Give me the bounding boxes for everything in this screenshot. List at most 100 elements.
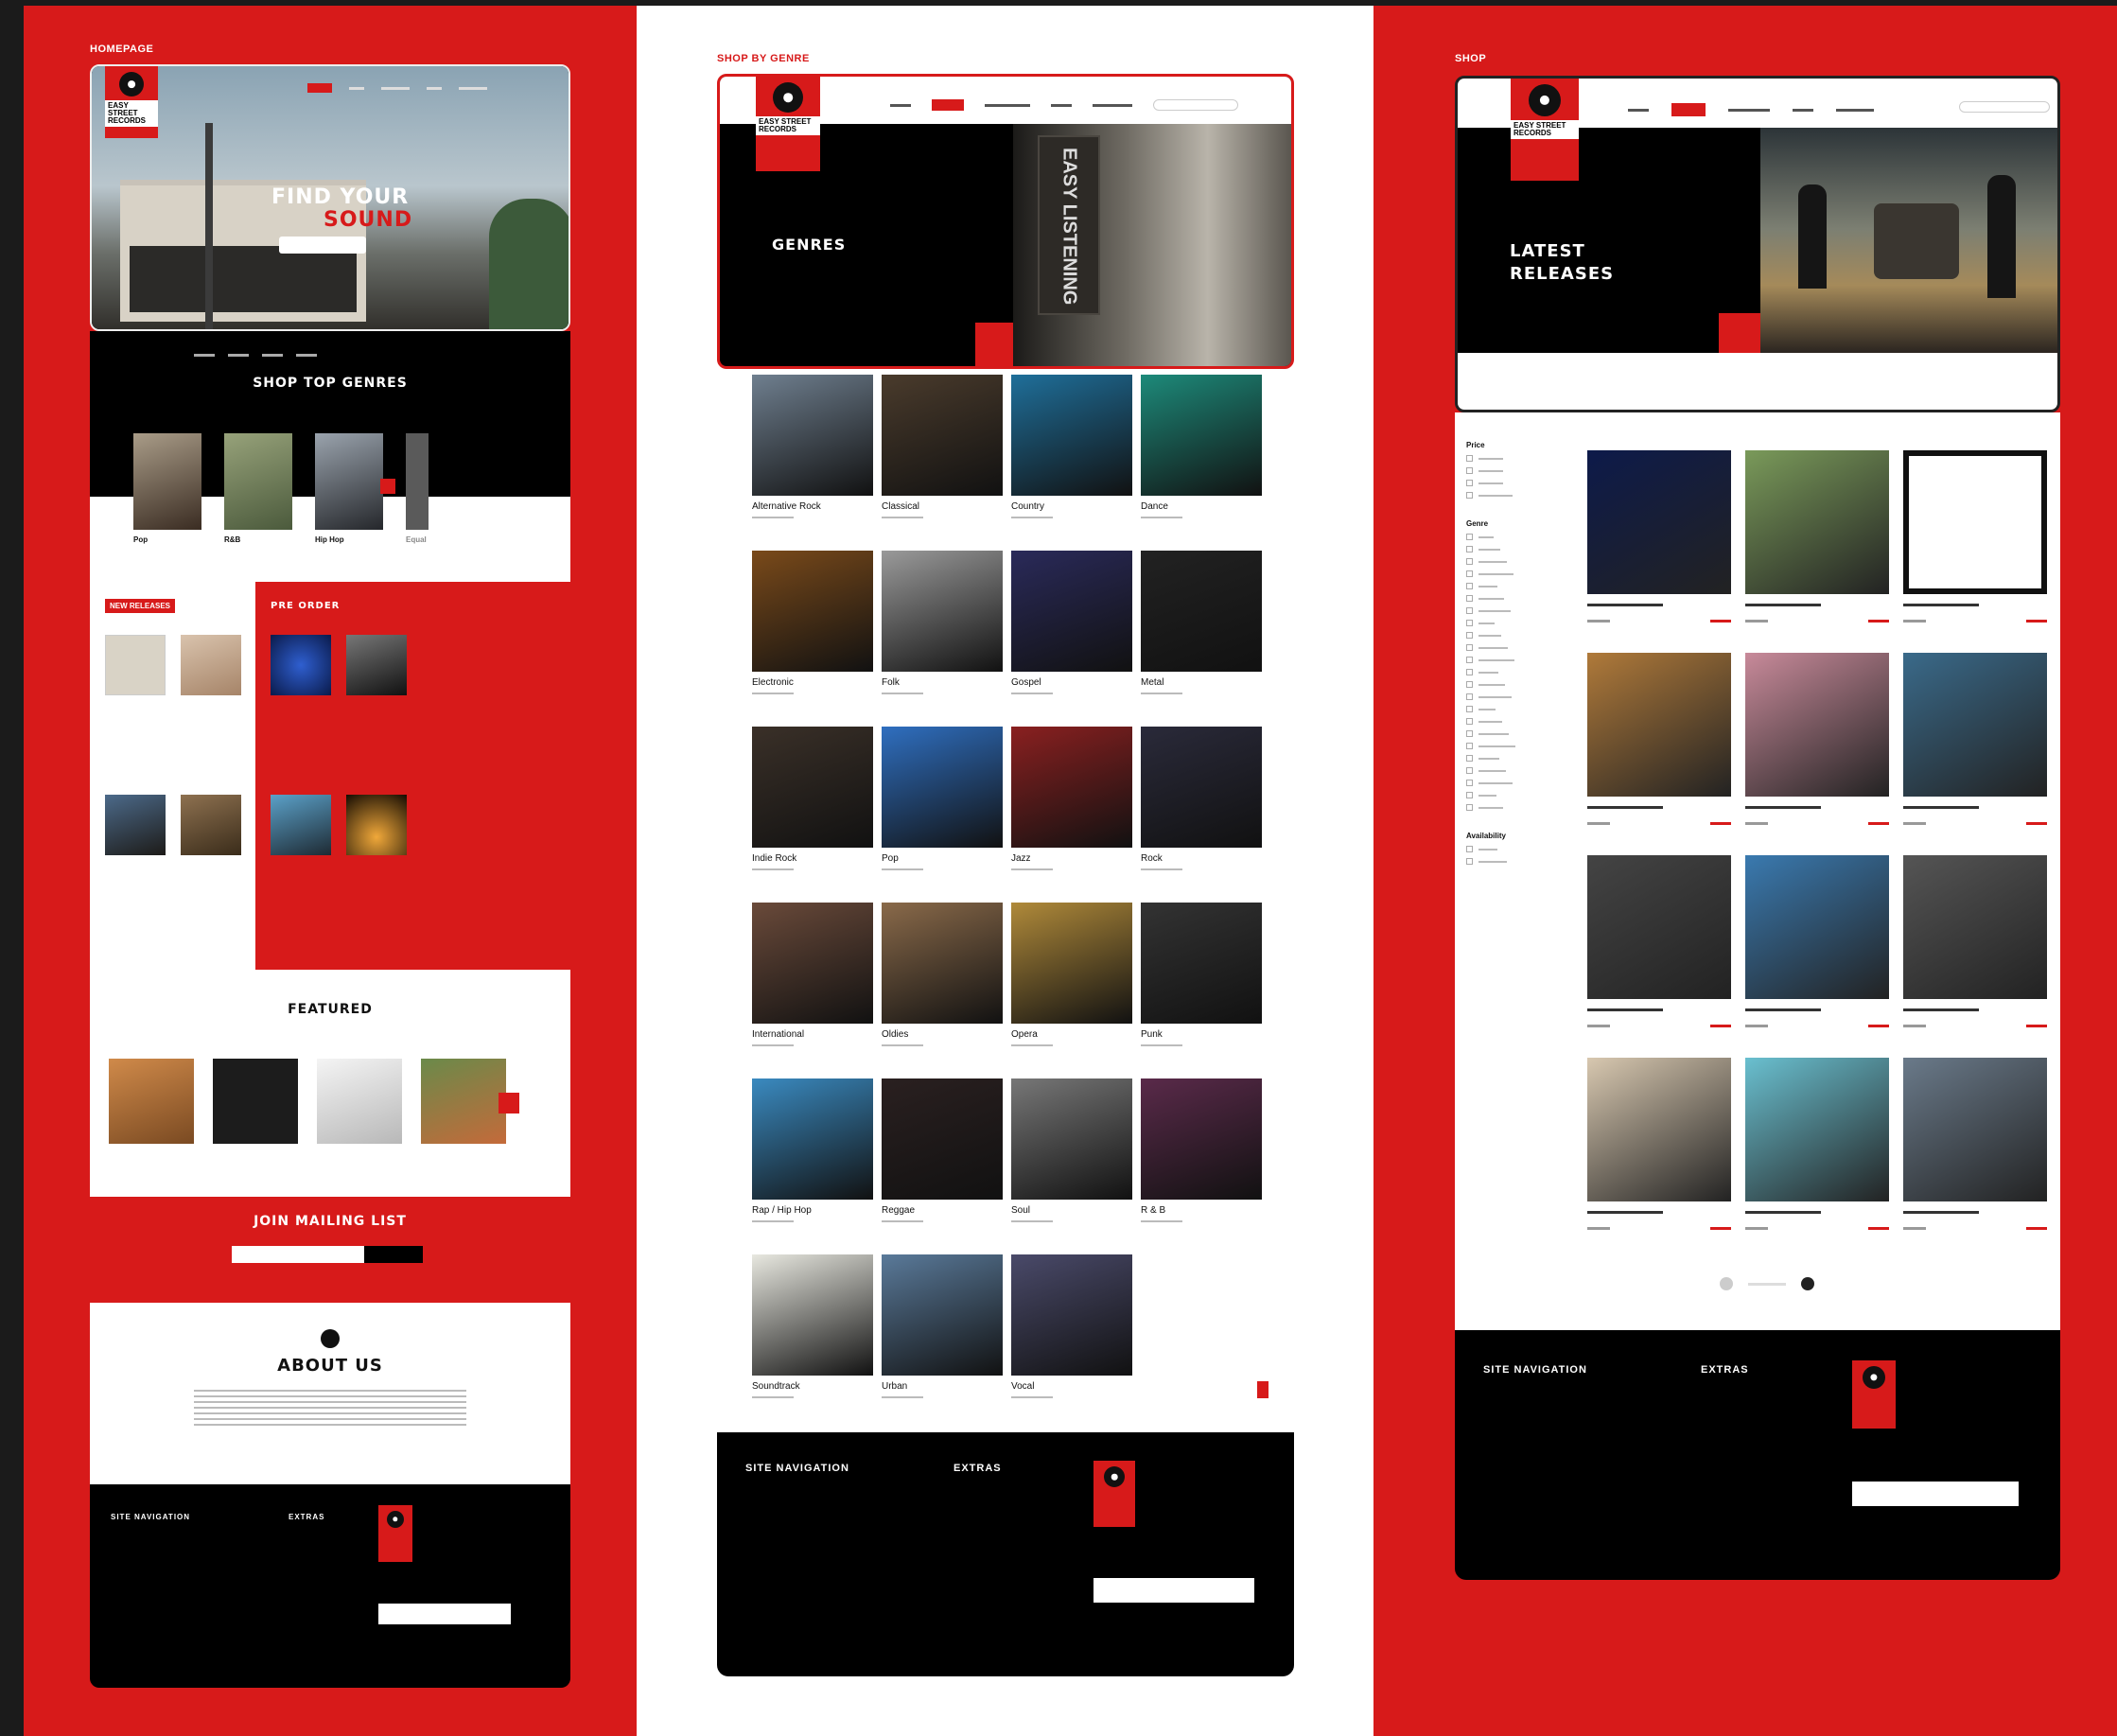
genre-filter-option[interactable]: [1466, 681, 1565, 688]
add-to-cart-button[interactable]: [1710, 1227, 1731, 1230]
search-input[interactable]: [1959, 101, 2050, 113]
album-cover[interactable]: [1903, 1058, 2047, 1201]
genre-card[interactable]: Metal: [1141, 551, 1262, 694]
product-card[interactable]: [1745, 1058, 1889, 1230]
genre-card[interactable]: Urban: [882, 1254, 1003, 1398]
shop-link[interactable]: [752, 1396, 794, 1398]
tab[interactable]: [296, 354, 317, 357]
genre-card-image[interactable]: [882, 551, 1003, 672]
album-cover[interactable]: [1745, 450, 1889, 594]
subscribe-button[interactable]: [364, 1246, 423, 1263]
genre-card-image[interactable]: [1011, 551, 1132, 672]
shop-link[interactable]: [1011, 517, 1053, 518]
album-cover[interactable]: [346, 795, 407, 855]
footer-email-field[interactable]: [378, 1604, 511, 1624]
genre-filter-option[interactable]: [1466, 693, 1565, 700]
genre-filter-option[interactable]: [1466, 607, 1565, 614]
album-cover[interactable]: [1745, 855, 1889, 999]
genre-card-image[interactable]: [1141, 903, 1262, 1024]
genre-card-image[interactable]: [1011, 727, 1132, 848]
genre-filter-option[interactable]: [1466, 767, 1565, 774]
checkbox[interactable]: [1466, 858, 1473, 865]
add-to-cart-button[interactable]: [2026, 620, 2047, 623]
album-cover[interactable]: [271, 795, 331, 855]
nav-item[interactable]: [459, 86, 487, 90]
tab[interactable]: [194, 354, 215, 357]
genre-card[interactable]: Electronic: [752, 551, 873, 694]
album-cover[interactable]: [181, 795, 241, 855]
shop-link[interactable]: [752, 1220, 794, 1222]
album-cover[interactable]: [1903, 653, 2047, 797]
checkbox[interactable]: [1466, 467, 1473, 474]
genre-filter-option[interactable]: [1466, 804, 1565, 811]
nav-item[interactable]: [427, 86, 442, 90]
genre-card-image[interactable]: [752, 727, 873, 848]
shop-link[interactable]: [1141, 868, 1182, 870]
product-title[interactable]: [1745, 1008, 1821, 1011]
product-title[interactable]: [1903, 1008, 1979, 1011]
genre-card-image[interactable]: [1011, 1254, 1132, 1376]
page-numbers[interactable]: [1748, 1282, 1786, 1286]
genre-card[interactable]: Vocal: [1011, 1254, 1132, 1398]
product-card[interactable]: [1903, 1058, 2047, 1230]
product-title[interactable]: [1745, 604, 1821, 606]
add-to-cart-button[interactable]: [2026, 1227, 2047, 1230]
email-field[interactable]: [232, 1246, 364, 1263]
shop-link[interactable]: [882, 1044, 923, 1046]
nav-item[interactable]: [1728, 108, 1770, 112]
product-card[interactable]: [1587, 1058, 1731, 1230]
footer-logo[interactable]: [1093, 1461, 1135, 1527]
genre-filter-option[interactable]: [1466, 755, 1565, 762]
shop-link[interactable]: [1141, 693, 1182, 694]
genre-card-image[interactable]: [315, 433, 383, 530]
album-cover[interactable]: [1587, 653, 1731, 797]
genre-card-image[interactable]: [133, 433, 201, 530]
shop-link[interactable]: [1141, 1220, 1182, 1222]
shop-link[interactable]: [1141, 1044, 1182, 1046]
product-title[interactable]: [1903, 604, 1979, 606]
album-cover[interactable]: [346, 635, 407, 695]
album-cover[interactable]: [317, 1059, 402, 1144]
genre-carousel-next-button[interactable]: [380, 479, 395, 494]
shop-link[interactable]: [882, 1396, 923, 1398]
genre-filter-option[interactable]: [1466, 669, 1565, 675]
shop-link[interactable]: [752, 1044, 794, 1046]
product-card[interactable]: [1587, 450, 1731, 623]
genre-filter-option[interactable]: [1466, 595, 1565, 602]
shop-link[interactable]: [752, 693, 794, 694]
shop-link[interactable]: [1011, 1220, 1053, 1222]
album-cover[interactable]: [1745, 653, 1889, 797]
next-page-button[interactable]: [1801, 1277, 1814, 1290]
genre-card-image[interactable]: [1141, 727, 1262, 848]
genre-card[interactable]: Oldies: [882, 903, 1003, 1046]
genre-card[interactable]: International: [752, 903, 873, 1046]
nav-item[interactable]: [1836, 108, 1874, 112]
genre-card[interactable]: Punk: [1141, 903, 1262, 1046]
product-card[interactable]: [1587, 855, 1731, 1027]
add-to-cart-button[interactable]: [1868, 1025, 1889, 1027]
filter-group-title[interactable]: Price: [1466, 441, 1565, 449]
shop-link[interactable]: [882, 1220, 923, 1222]
tab[interactable]: [228, 354, 249, 357]
genre-card-image[interactable]: [1011, 1078, 1132, 1200]
genre-filter-option[interactable]: [1466, 644, 1565, 651]
checkbox[interactable]: [1466, 455, 1473, 462]
album-cover[interactable]: [1587, 1058, 1731, 1201]
genre-card[interactable]: Dance: [1141, 375, 1262, 518]
genre-filter-option[interactable]: [1466, 780, 1565, 786]
genre-card[interactable]: Pop: [882, 727, 1003, 870]
genre-card[interactable]: Rap / Hip Hop: [752, 1078, 873, 1222]
nav-shop[interactable]: [1671, 103, 1706, 116]
shop-link[interactable]: [882, 693, 923, 694]
genre-card-image[interactable]: [882, 375, 1003, 496]
album-cover[interactable]: [1587, 450, 1731, 594]
genre-filter-option[interactable]: [1466, 583, 1565, 589]
checkbox[interactable]: [1466, 480, 1473, 486]
product-title[interactable]: [1587, 1008, 1663, 1011]
filter-group-title[interactable]: Genre: [1466, 519, 1565, 528]
genre-filter-option[interactable]: [1466, 718, 1565, 725]
genre-card[interactable]: Soul: [1011, 1078, 1132, 1222]
genre-filter-option[interactable]: [1466, 657, 1565, 663]
genre-card-image[interactable]: [1011, 903, 1132, 1024]
nav-item[interactable]: [1051, 103, 1072, 107]
